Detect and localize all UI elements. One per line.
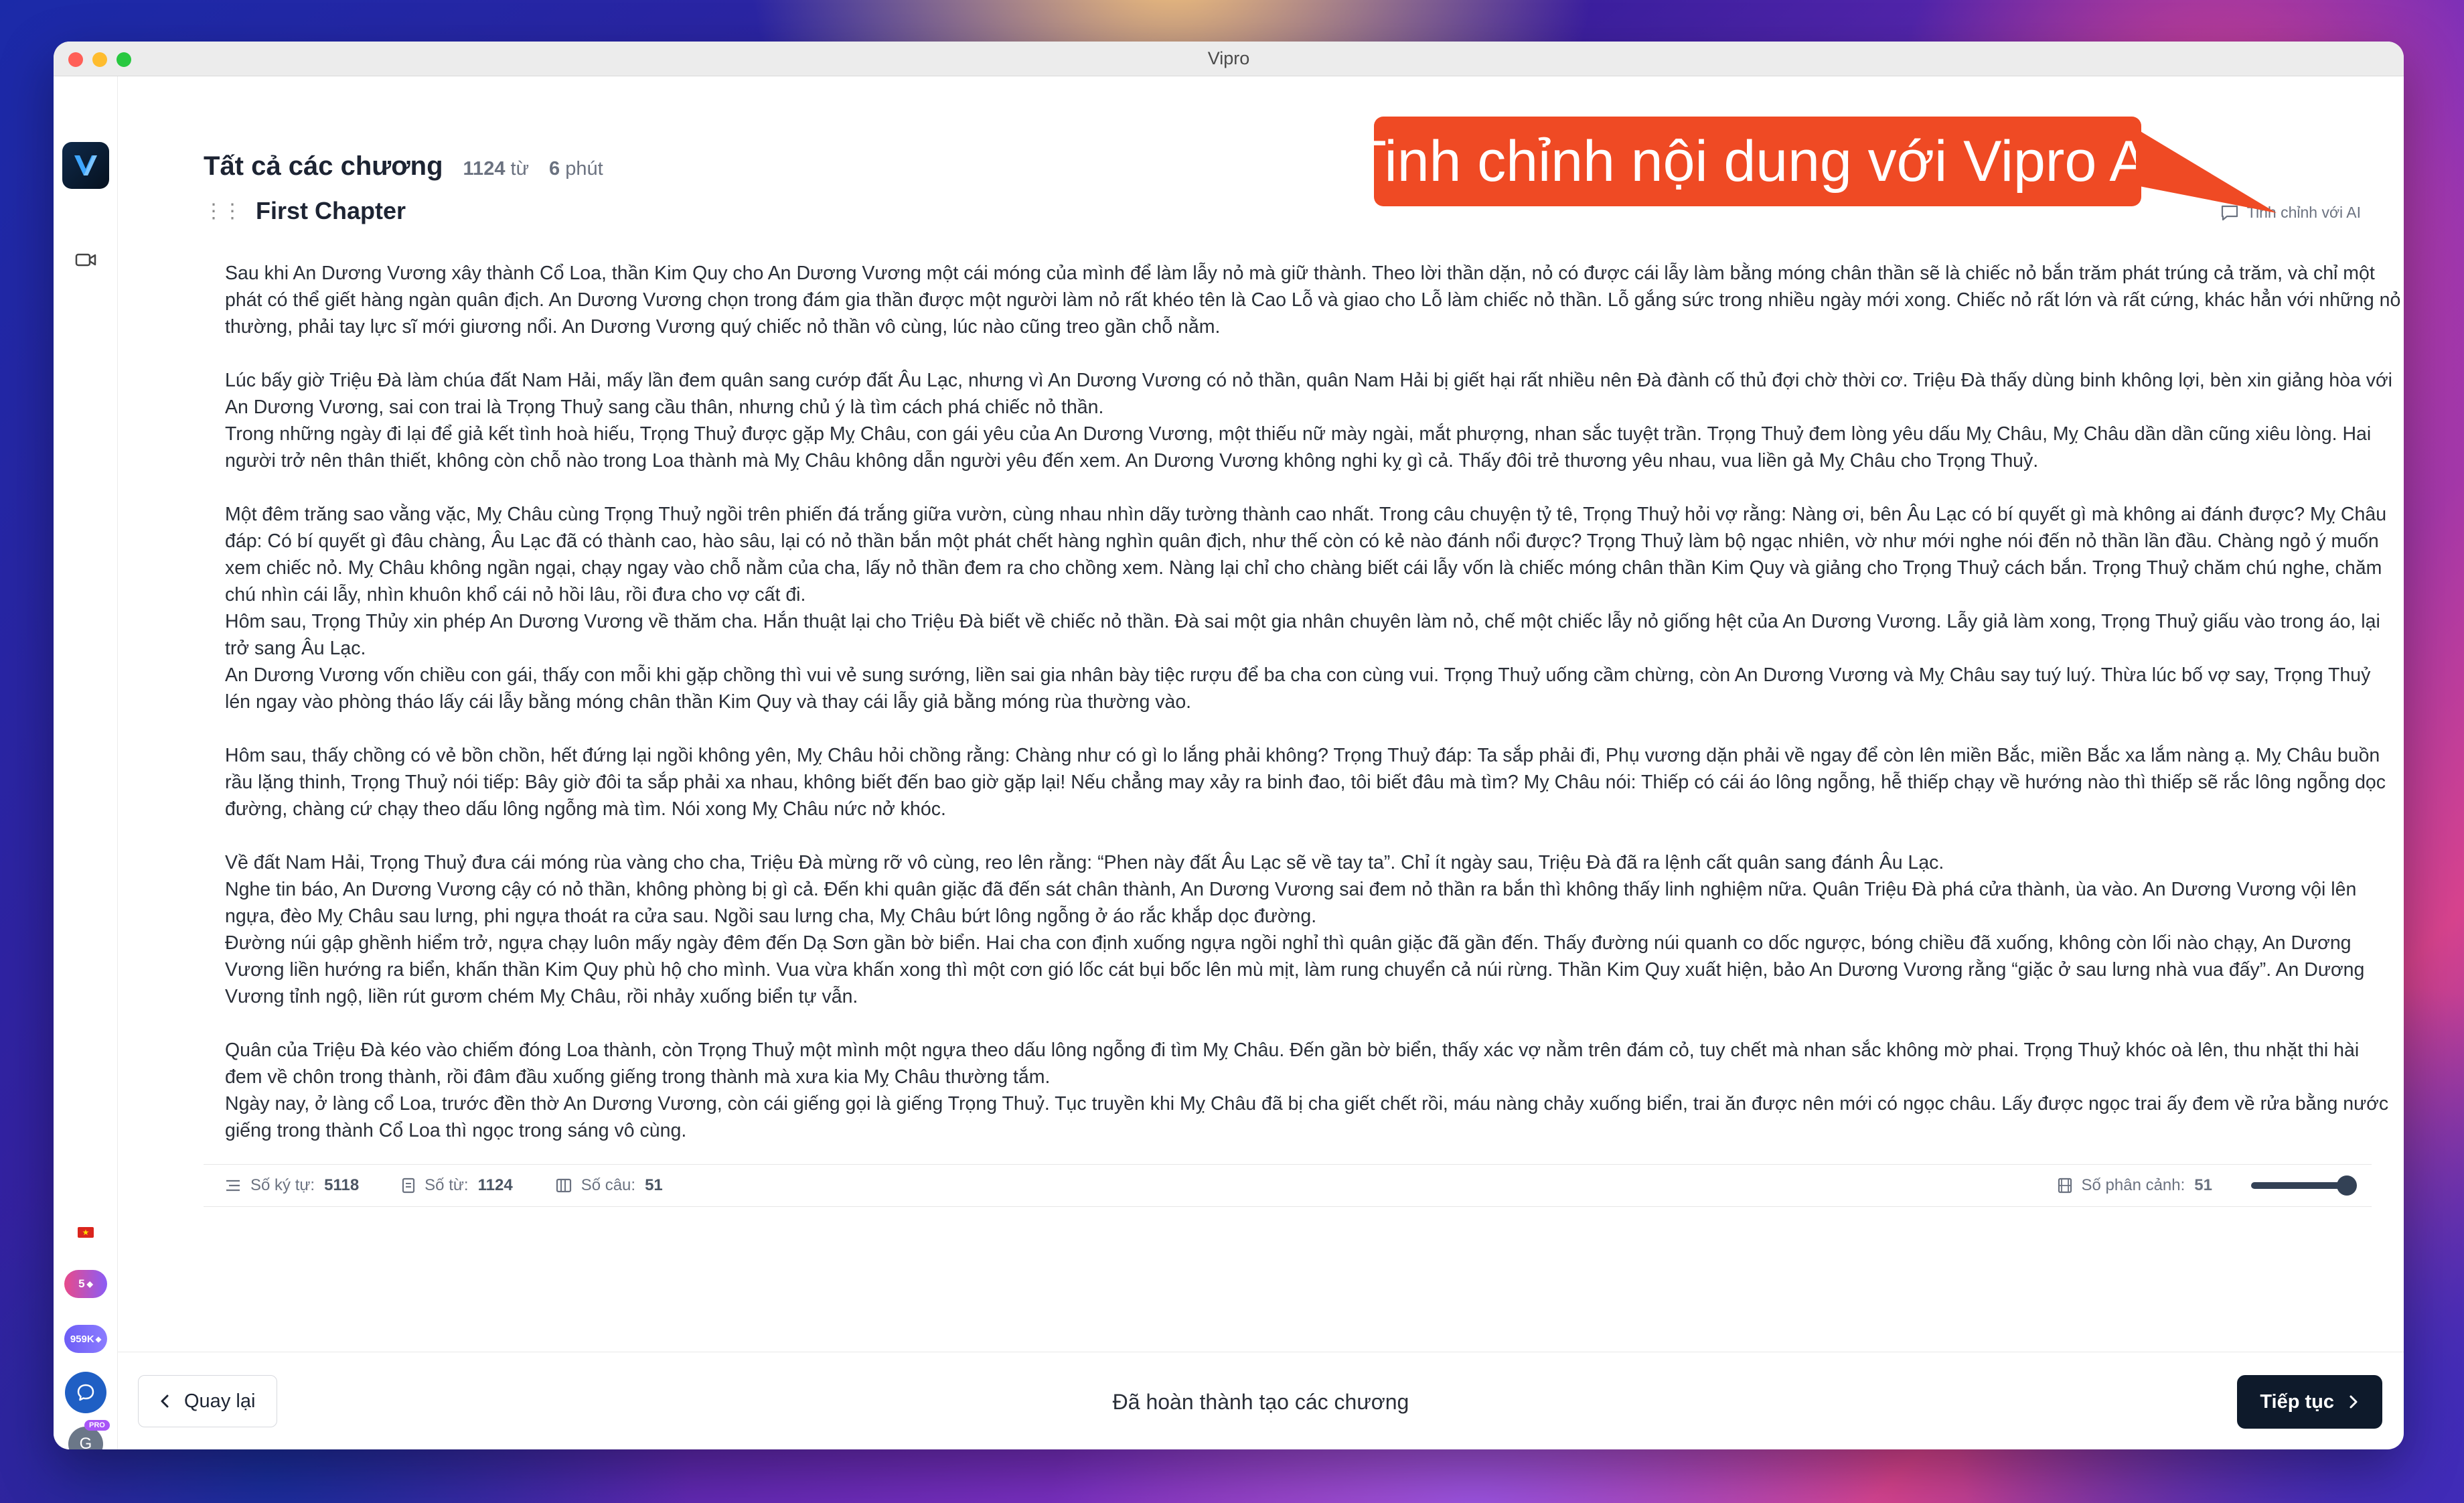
sentence-count-value: 51 [645,1176,663,1194]
word-count-value: 1124 [463,158,506,180]
film-icon [2058,1177,2072,1194]
word-count-unit: từ [510,158,529,180]
chat-support-button[interactable] [65,1372,106,1413]
vipro-logo[interactable] [62,142,109,189]
minimize-window-button[interactable] [92,52,107,67]
word-count: 1124 từ [463,158,529,180]
maximize-window-button[interactable] [117,52,131,67]
scene-count-slider-handle[interactable] [2337,1175,2357,1196]
vietnam-flag-icon[interactable]: ★ [78,1227,94,1238]
diamond-icon: ◆ [86,1279,93,1289]
content-paragraph: An Dương Vương vốn chiều con gái, thấy c… [225,664,2371,713]
chapter-content[interactable]: Sau khi An Dương Vương xây thành Cổ Loa,… [225,260,2401,1144]
content-paragraph: Sau khi An Dương Vương xây thành Cổ Loa,… [225,263,2401,338]
scene-count-slider[interactable] [2251,1175,2357,1196]
chapter-header: ⋮⋮ First Chapter [204,197,406,225]
gem-balance-badge[interactable]: 5 ◆ [64,1270,107,1298]
credit-balance-badge[interactable]: 959K ◆ [64,1325,107,1353]
reading-time-unit: phút [565,158,603,180]
main-panel: Tất cả các chương 1124 từ 6 phút ⋮⋮ Firs… [118,76,2404,1449]
content-paragraph: Quân của Triệu Đà kéo vào chiếm đóng Loa… [225,1040,2360,1088]
video-camera-icon[interactable] [75,252,96,271]
content-paragraph: Hôm sau, Trọng Thủy xin phép An Dương Vư… [225,611,2380,659]
document-icon [402,1177,415,1194]
word-count-stat: Số từ: 1124 [402,1176,513,1195]
sidebar: ★ 5 ◆ 959K ◆ G PRO [54,76,118,1449]
scene-count-value: 51 [2194,1176,2212,1194]
reading-time: 6 phút [549,158,603,180]
word-count-label: Số từ: [425,1176,469,1194]
content-paragraph: Một đêm trăng sao vằng vặc, Mỵ Châu cùng… [225,504,2387,605]
credit-balance-value: 959K [70,1333,94,1345]
chapter-title: First Chapter [256,197,406,224]
sentence-count-stat: Số câu: 51 [556,1176,663,1195]
completion-status: Đã hoàn thành tạo các chương [1112,1390,1409,1414]
window-controls [68,52,131,67]
content-paragraph: Ngày nay, ở làng cổ Loa, trước đền thờ A… [225,1093,2389,1141]
scene-count-label: Số phân cảnh: [2081,1176,2185,1194]
content-paragraph: Lúc bấy giờ Triệu Đà làm chúa đất Nam Hả… [225,370,2392,418]
chat-bubble-icon [77,1384,94,1401]
scene-count-stat: Số phân cảnh: 51 [2058,1175,2357,1196]
gem-balance-value: 5 [78,1277,85,1290]
callout-arrow-icon [2136,129,2277,213]
page-header: Tất cả các chương 1124 từ 6 phút [204,151,603,182]
char-count-label: Số ký tự: [250,1176,315,1194]
title-bar: Vipro [54,42,2404,76]
char-count-stat: Số ký tự: 5118 [225,1176,359,1195]
app-window: Vipro ★ 5 ◆ 959K ◆ G PRO Tất cả các chươ… [54,42,2404,1449]
footer-bar: Quay lại Đã hoàn thành tạo các chương Ti… [118,1352,2404,1449]
reading-time-value: 6 [549,158,560,180]
word-count-stat-value: 1124 [477,1176,513,1194]
columns-icon [556,1178,571,1193]
chevron-right-icon [2350,1395,2358,1409]
char-count-value: 5118 [324,1176,360,1194]
text-lines-icon [226,1179,240,1192]
page-title: Tất cả các chương [204,151,443,181]
window-title: Vipro [1207,48,1250,68]
diamond-icon: ◆ [95,1335,102,1344]
pro-badge: PRO [84,1420,110,1431]
vipro-logo-icon [74,155,97,175]
ai-callout-banner: Tinh chỉnh nội dung với Vipro AI [1351,117,2164,206]
content-paragraph: Về đất Nam Hải, Trọng Thuỷ đưa cái móng … [225,852,1944,873]
avatar-letter: G [79,1435,92,1449]
content-paragraph: Trong những ngày đi lại để giả kết tình … [225,423,2372,472]
continue-button[interactable]: Tiếp tục [2237,1375,2382,1429]
content-paragraph: Hôm sau, thấy chồng có vẻ bồn chồn, hết … [225,745,2386,820]
continue-button-label: Tiếp tục [2260,1390,2334,1413]
stats-bar: Số ký tự: 5118 Số từ: 1124 Số câu: 51 Số… [204,1164,2372,1207]
drag-handle-icon[interactable]: ⋮⋮ [204,200,242,223]
content-paragraph: Nghe tin báo, An Dương Vương cậy có nỏ t… [225,879,2357,927]
sentence-count-label: Số câu: [581,1176,636,1194]
close-window-button[interactable] [68,52,83,67]
content-paragraph: Đường núi gập ghềnh hiểm trở, ngựa chạy … [225,932,2365,1007]
